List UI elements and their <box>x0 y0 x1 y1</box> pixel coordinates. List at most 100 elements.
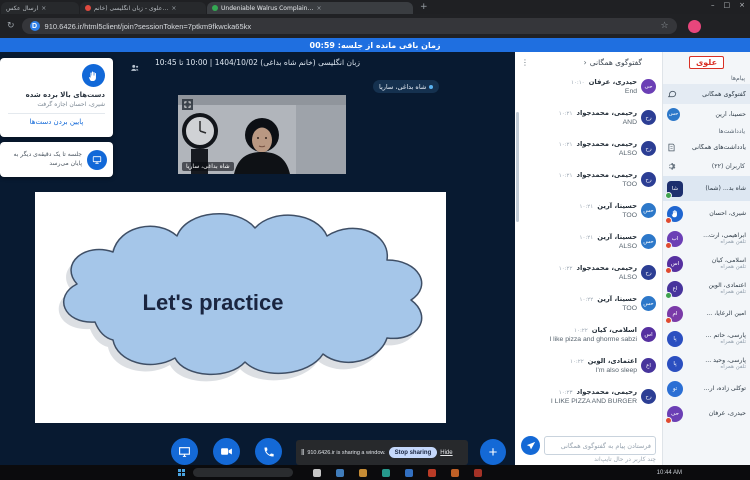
gear-icon[interactable] <box>668 162 677 171</box>
message-author: رحیمی، محمدجواد <box>576 171 637 179</box>
tab-close-icon[interactable]: × <box>171 5 176 12</box>
talking-indicator[interactable]: شاه بداغی، ساریا <box>373 80 439 93</box>
message-author: رحیمی، محمدجواد <box>576 140 637 148</box>
address-bar[interactable]: D 910.6426.ir/html5client/join?sessionTo… <box>22 18 677 34</box>
browser-profile-avatar[interactable] <box>688 20 701 33</box>
message-time: ۱۰:۲۲ <box>580 297 594 303</box>
chat-message: اع اعتمادی، الوین ۱۰:۲۲ I'm also sleep <box>515 353 662 384</box>
user-list-item[interactable]: شا شاه بد... (شما) <box>663 176 750 201</box>
new-tab-button[interactable]: + <box>420 2 428 12</box>
chat-bubble-icon <box>667 89 677 99</box>
user-list-item[interactable]: ام امین الرعایا، ... <box>663 301 750 326</box>
sidebar-item-shared-notes[interactable]: یادداشت‌های همگانی <box>663 137 750 157</box>
tab-close-icon[interactable]: × <box>316 5 321 12</box>
user-list-item[interactable]: حی حیدری، عرفان <box>663 401 750 426</box>
user-list-item[interactable]: پا پارسی، وحید ... تلفن همراه <box>663 351 750 376</box>
stop-sharing-button[interactable]: Stop sharing <box>389 447 438 458</box>
session-ending-toast[interactable]: جلسه تا یک دقیقه‌ی دیگر به پایان می‌رسد <box>0 142 113 177</box>
chrome-share-bar: ‖ 910.6426.ir is sharing a window. Stop … <box>296 440 468 465</box>
browser-tab-3-active[interactable]: Undeniable Walrus Complain… × <box>207 2 413 14</box>
user-list-item[interactable]: پا پارسی، حاتم ... تلفن همراه <box>663 326 750 351</box>
recording-dot-icon <box>85 5 91 11</box>
camera-button[interactable] <box>213 438 240 465</box>
presentation-slide[interactable]: Let's practice <box>35 192 446 423</box>
message-text: TOO <box>521 212 637 219</box>
raised-hands-toast[interactable]: دست‌های بالا برده شده شیری، احسان اجازه … <box>0 58 113 137</box>
audio-button[interactable] <box>255 438 282 465</box>
screenshare-button[interactable] <box>171 438 198 465</box>
slide-text: Let's practice <box>143 290 284 315</box>
taskbar-app-icon[interactable] <box>428 469 436 477</box>
browser-tab-2[interactable]: علوی - زبان انگلیسی (خانم… × <box>80 2 206 14</box>
maximize-button[interactable]: □ <box>724 1 731 9</box>
browser-url-bar: ↻ D 910.6426.ir/html5client/join?session… <box>0 14 750 38</box>
avatar: شا <box>667 181 683 197</box>
avatar: اع <box>667 281 683 297</box>
tab-close-icon[interactable]: × <box>41 5 46 12</box>
webcam-tile[interactable]: شاه بداغی، ساریا <box>178 95 346 174</box>
message-author: رحیمی، محمدجواد <box>576 264 637 272</box>
actions-plus-button[interactable]: + <box>480 439 506 465</box>
status-badge <box>665 242 672 249</box>
chat-header: ⋮ گفتوگوی همگانی ‹ <box>515 52 662 72</box>
message-avatar: اع <box>641 358 656 373</box>
sidebar-item-public-chat[interactable]: گفتوگوی همگانی <box>663 84 750 104</box>
taskbar-app-icon[interactable] <box>474 469 482 477</box>
toast-body: شیری، احسان اجازه گرفت <box>8 101 105 108</box>
user-list-item[interactable]: اس اسلامی، کیان تلفن همراه <box>663 251 750 276</box>
avatar: اس <box>667 256 683 272</box>
close-button[interactable]: × <box>739 1 745 9</box>
status-badge <box>665 192 672 199</box>
reload-icon[interactable]: ↻ <box>7 21 15 31</box>
hide-share-bar-link[interactable]: Hide <box>440 450 452 456</box>
user-list-item[interactable]: اب ابراهیمی، آرت... تلفن همراه <box>663 226 750 251</box>
fullscreen-icon[interactable] <box>182 99 193 110</box>
toast-title: دست‌های بالا برده شده <box>8 91 105 99</box>
message-time: ۱۰:۲۲ <box>570 359 584 365</box>
bookmark-star-icon[interactable]: ☆ <box>660 21 668 31</box>
lower-hands-button[interactable]: پایین بردن دست‌ها <box>8 118 105 126</box>
taskbar-app-icon[interactable] <box>313 469 321 477</box>
send-message-button[interactable] <box>521 436 540 455</box>
chat-message-list[interactable]: حی حیدری، عرفان ۱۰:۱۰ End رح رحیمی، محمد… <box>515 72 662 433</box>
chat-message: حس حسینا، آرین ۱۰:۲۲ TOO <box>515 291 662 322</box>
taskbar-search-box[interactable] <box>193 468 293 477</box>
taskbar-app-icon[interactable] <box>405 469 413 477</box>
taskbar-app-icon[interactable] <box>359 469 367 477</box>
sidebar-item-private-chat[interactable]: حس حسینا، آرین <box>663 104 750 124</box>
chevron-left-icon[interactable]: ‹ <box>584 58 587 67</box>
message-text: ALSO <box>521 243 637 250</box>
hand-icon <box>82 64 105 87</box>
user-list-item[interactable]: شیری، احسان <box>663 201 750 226</box>
start-button-icon[interactable] <box>178 469 185 476</box>
taskbar-app-icon[interactable] <box>336 469 344 477</box>
message-text: TOO <box>521 181 637 188</box>
user-name: پارسی، حاتم ... <box>687 332 746 339</box>
status-badge <box>665 267 672 274</box>
browser-tab-1[interactable]: ارسال عکس × <box>1 2 79 14</box>
chat-scrollbar[interactable] <box>516 112 519 222</box>
taskbar-app-icon[interactable] <box>451 469 459 477</box>
user-name: شاه بد... (شما) <box>687 185 746 192</box>
toast-body: جلسه تا یک دقیقه‌ی دیگر به پایان می‌رسد <box>6 151 82 167</box>
raised-hand-avatar <box>667 206 683 222</box>
taskbar-app-icon[interactable] <box>382 469 390 477</box>
slide-cloud-graphic: Let's practice <box>35 192 446 423</box>
user-list-item[interactable]: اع اعتمادی، الوین تلفن همراه <box>663 276 750 301</box>
video-camera-icon <box>220 445 233 458</box>
user-list[interactable]: شا شاه بد... (شما) شیری، احسان اب ابراهی… <box>663 176 750 426</box>
message-author: اسلامی، کیان <box>592 326 637 334</box>
minimize-button[interactable]: – <box>711 1 715 9</box>
chat-message-input[interactable] <box>544 436 656 455</box>
user-name: اسلامی، کیان <box>687 257 746 264</box>
tab-label: Undeniable Walrus Complain… <box>221 5 313 12</box>
user-list-item[interactable]: تو توکلی زاده، ار... <box>663 376 750 401</box>
user-subtitle: تلفن همراه <box>687 364 746 370</box>
site-favicon-icon <box>212 5 218 11</box>
message-time: ۱۰:۲۲ <box>559 266 573 272</box>
public-chat-panel: ⋮ گفتوگوی همگانی ‹ حی حیدری، عرفان ۱۰:۱۰… <box>515 52 662 465</box>
monitor-icon <box>178 445 191 458</box>
chat-options-icon[interactable]: ⋮ <box>521 58 529 67</box>
message-time: ۱۰:۲۱ <box>559 111 573 117</box>
chat-message: رح رحیمی، محمدجواد ۱۰:۲۳ I LIKE PIZZA AN… <box>515 384 662 415</box>
